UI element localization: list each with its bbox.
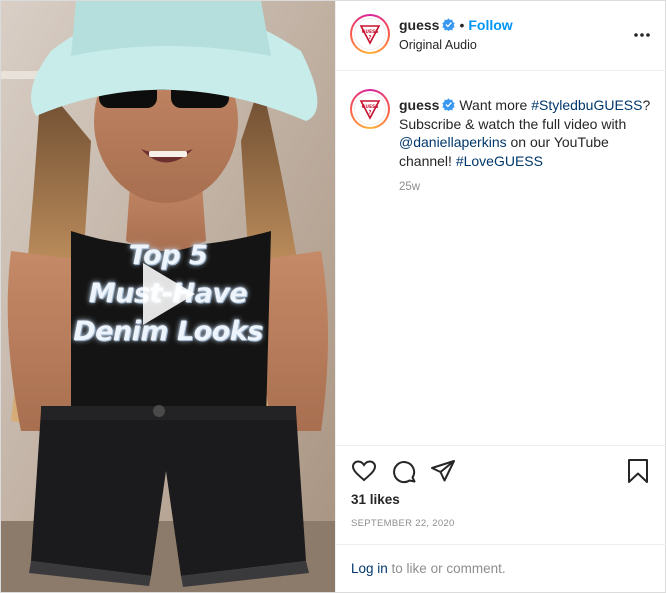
login-prompt-text: Log in to like or comment. — [351, 561, 506, 576]
instagram-post: Top 5 Must-Have Denim Looks GUESS ? — [0, 0, 666, 593]
header-username[interactable]: guess — [399, 17, 439, 33]
login-link[interactable]: Log in — [351, 561, 388, 576]
more-options-icon[interactable] — [632, 25, 652, 45]
likes-count[interactable]: 31 likes — [351, 492, 400, 507]
header-account-line: guess • Follow — [399, 17, 513, 33]
login-rest-text: to like or comment. — [387, 561, 506, 576]
bookmark-icon[interactable] — [625, 458, 651, 484]
post-actions: 31 likes SEPTEMBER 22, 2020 Log in to li… — [336, 445, 666, 592]
svg-text:?: ? — [369, 35, 372, 41]
post-age[interactable]: 25w — [399, 181, 420, 193]
post-caption: GUESS ? guess Want more #StyledbuGUESS? … — [336, 72, 666, 444]
heart-icon[interactable] — [351, 458, 377, 484]
share-icon[interactable] — [430, 458, 456, 484]
hashtag-loveguess[interactable]: #LoveGUESS — [456, 153, 543, 169]
post-video[interactable]: Top 5 Must-Have Denim Looks — [1, 1, 335, 592]
separator-dot: • — [459, 17, 465, 33]
guess-logo-icon: GUESS ? — [354, 93, 386, 125]
verified-badge-icon — [442, 98, 456, 111]
post-sidebar: GUESS ? guess • Follow Original Audio GU… — [335, 1, 666, 592]
guess-logo-icon: GUESS ? — [354, 18, 386, 50]
verified-badge-icon — [442, 18, 456, 31]
follow-button[interactable]: Follow — [468, 17, 512, 33]
caption-avatar[interactable]: GUESS ? — [350, 89, 390, 129]
original-audio-link[interactable]: Original Audio — [399, 38, 477, 52]
post-header: GUESS ? guess • Follow Original Audio — [336, 1, 666, 71]
caption-text-before: Want more — [459, 97, 532, 113]
hashtag-styledbuguess[interactable]: #StyledbuGUESS — [531, 97, 642, 113]
caption-username[interactable]: guess — [399, 97, 439, 113]
svg-text:?: ? — [369, 110, 372, 116]
comment-icon[interactable] — [391, 458, 417, 484]
mention-daniellaperkins[interactable]: @daniellaperkins — [399, 134, 507, 150]
login-prompt: Log in to like or comment. — [336, 544, 666, 593]
play-icon[interactable] — [139, 259, 199, 329]
post-date: SEPTEMBER 22, 2020 — [351, 518, 455, 529]
caption-text: guess Want more #StyledbuGUESS? Subscrib… — [399, 96, 657, 170]
avatar[interactable]: GUESS ? — [350, 14, 390, 54]
